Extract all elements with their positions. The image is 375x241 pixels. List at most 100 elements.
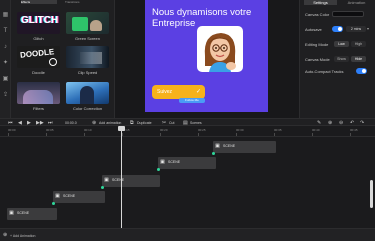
add-icon: ⊕ [3,232,8,238]
settings-panel: Settings Animation Canvas Color Autosave… [299,0,375,118]
keyframe-marker[interactable] [157,168,160,171]
cta-badge[interactable]: Suivez ✓ [152,85,205,99]
scene-clip[interactable]: ▣ SCENE [102,175,160,187]
canvas-mode-label: Canvas Mode [305,57,330,62]
ruler-label: 00:25 [198,128,206,132]
canvas-mode-show[interactable]: Show [334,56,349,62]
ruler-label: 00:45 [350,128,358,132]
auto-compact-label: Auto-Compact Tracks [305,69,344,74]
timeline-toolbar: ⏮ ◀ ▶ ▶▶ ⏭ 00:00.0 ⊕ Add animation ⧉ Dup… [0,118,375,126]
green-screen-thumbnail [66,12,109,34]
ruler-label: 00:35 [274,128,282,132]
effects-panel: Effects Transitions GLITCH Glitch Green … [11,0,115,118]
autosave-label: Autosave [305,27,322,32]
avatar-card [197,26,243,72]
canvas-mode-hide[interactable]: Hide [351,56,366,62]
keyframe-marker[interactable] [212,152,215,155]
cut-button[interactable]: Cut [169,121,174,126]
editing-mode-label: Editing Mode [305,42,329,47]
doodle-thumb-text: DOODLE [19,47,55,60]
layers-icon[interactable]: ▦ [2,12,9,19]
keyframe-marker[interactable] [52,202,55,205]
ruler-tick [46,133,47,136]
animation-track: ⊕ + Add Animation [0,228,375,241]
left-tool-rail: ▦ T ♪ ✦ ▣ ⇪ [0,0,11,118]
upload-icon[interactable]: ⇪ [2,92,9,99]
badge-text: Suivez [157,89,173,95]
effect-label: Clip Speed [77,70,98,75]
text-icon[interactable]: T [2,28,9,35]
ruler-label: 00:40 [312,128,320,132]
editing-mode-high[interactable]: High [351,41,366,47]
ruler-tick [122,133,123,136]
effect-glitch[interactable]: GLITCH Glitch [17,12,60,41]
scenes-button[interactable]: Scenes [190,121,202,126]
scene-clip-label: SCENE [223,144,236,148]
playhead[interactable] [121,126,122,241]
ruler-tick [236,133,237,136]
tab-effects[interactable]: Effects [21,0,57,4]
effect-filters[interactable]: Filters [17,82,60,111]
glitch-thumb-text: GLITCH [21,15,59,26]
time-ruler[interactable]: 00:00 00:05 00:10 00:15 00:20 00:25 00:3… [0,126,375,137]
avatar-illustration [204,33,236,72]
effect-label: Doodle [32,70,45,75]
follow-pill: Follow Me [179,98,205,103]
auto-compact-toggle[interactable] [356,68,367,74]
autosave-interval-select[interactable]: 2 mins [346,26,366,32]
scene-clip-label: SCENE [63,194,76,198]
effect-label: Green Screen [75,36,100,41]
tab-settings[interactable]: Settings [304,0,337,5]
preview-stage: Nous dynamisons votre Entreprise Suivez … [115,0,299,118]
ruler-tick [198,133,199,136]
ruler-label: 00:00 [8,128,16,132]
scene-clip[interactable]: ▣ SCENE [53,191,105,203]
ruler-label: 00:05 [46,128,54,132]
add-animation-track-button[interactable]: + Add Animation [10,234,35,238]
tab-transitions[interactable]: Transitions [65,0,101,4]
scene-clip[interactable]: ▣ SCENE [158,157,216,169]
effect-doodle[interactable]: DOODLE Doodle [17,46,60,75]
effects-tabs: Effects Transitions [11,0,115,4]
autosave-toggle[interactable] [332,26,343,32]
effect-color-correction[interactable]: Color Correction [66,82,109,111]
canvas-color-label: Canvas Color [305,12,330,17]
scene-clip[interactable]: ▣ SCENE [213,141,276,153]
settings-tabs: Settings Animation [300,0,375,5]
glitch-thumbnail: GLITCH [17,12,60,34]
canvas-color-swatch[interactable] [332,11,364,17]
video-canvas[interactable]: Nous dynamisons votre Entreprise Suivez … [145,0,268,112]
duplicate-button[interactable]: Duplicate [137,121,152,126]
timecode: 00:00.0 [65,120,77,125]
scene-icon: ▣ [104,177,109,183]
add-animation-button[interactable]: Add animation [99,121,121,126]
audio-icon[interactable]: ♪ [2,44,9,51]
check-icon: ✓ [195,89,201,95]
effect-clip-speed[interactable]: Clip Speed [66,46,109,75]
tab-animation[interactable]: Animation [340,0,373,5]
scene-icon: ▣ [9,210,14,216]
chevron-down-icon: ▾ [367,26,370,31]
timeline: 00:00 00:05 00:10 00:15 00:20 00:25 00:3… [0,126,375,241]
effect-green-screen[interactable]: Green Screen [66,12,109,41]
effect-label: Filters [33,106,44,111]
image-icon[interactable]: ▣ [2,76,9,83]
scene-icon: ▣ [160,159,165,165]
playhead-handle[interactable] [118,126,125,131]
clip-speed-thumbnail [66,46,109,68]
ruler-tick [274,133,275,136]
scene-clip-label: SCENE [168,160,181,164]
ruler-tick [312,133,313,136]
color-correction-thumbnail [66,82,109,104]
ruler-tick [160,133,161,136]
timeline-scrollbar[interactable] [370,180,373,208]
scene-clip[interactable]: ▣ SCENE [7,208,57,220]
editing-mode-low[interactable]: Low [334,41,349,47]
effects-icon[interactable]: ✦ [2,60,9,67]
ruler-tick [8,133,9,136]
scene-icon: ▣ [215,143,220,149]
ruler-tick [350,133,351,136]
ruler-tick [84,133,85,136]
keyframe-marker[interactable] [101,186,104,189]
doodle-thumbnail: DOODLE [17,46,60,68]
